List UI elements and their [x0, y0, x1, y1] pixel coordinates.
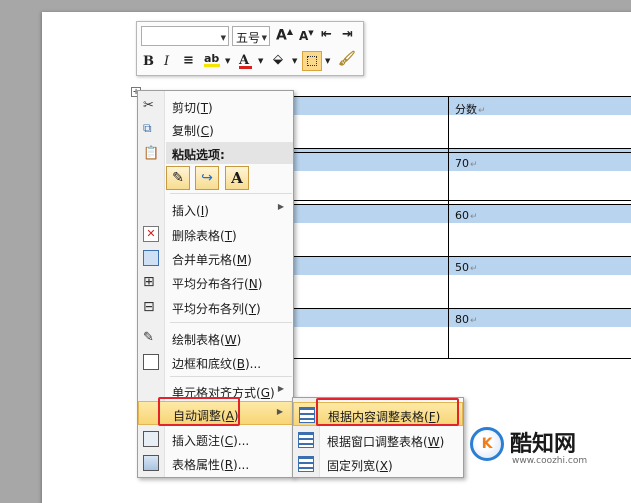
grow-font-button[interactable]: A▲ — [276, 27, 293, 44]
borders-button[interactable] — [302, 51, 322, 71]
decrease-indent-icon[interactable]: ⇤ — [321, 27, 332, 42]
format-painter-icon[interactable]: 🖌 — [338, 51, 356, 67]
chevron-down-icon: ▼ — [261, 34, 267, 42]
insert-caption-icon — [143, 431, 159, 447]
chevron-down-icon: ▼ — [220, 34, 226, 42]
shading-icon[interactable]: ⬙ — [273, 52, 283, 67]
table-row: 分数↵ — [293, 97, 631, 149]
paste-text-icon: A — [231, 169, 243, 187]
autofit-window-icon — [298, 432, 314, 448]
table-cell[interactable]: 分数↵ — [455, 101, 486, 117]
submenu-item-fixed-width[interactable]: 固定列宽(X) — [293, 452, 463, 475]
italic-button[interactable]: I — [164, 54, 169, 69]
clipboard-icon: 📋 — [143, 146, 160, 161]
menu-item-distribute-rows[interactable]: ⊞ 平均分布各行(N) — [138, 270, 293, 293]
table-row: 50↵ — [293, 257, 631, 309]
paste-options-header: 粘贴选项: — [166, 142, 293, 164]
document-table-body: 70↵ 60↵ 50↵ 80↵ — [293, 152, 631, 359]
table-row: 60↵ — [293, 205, 631, 257]
menu-item-insert-caption[interactable]: 插入题注(C)... — [138, 427, 293, 450]
submenu-item-fit-window[interactable]: 根据窗口调整表格(W) — [293, 428, 463, 451]
scissors-icon: ✂ — [143, 98, 154, 113]
chevron-down-icon[interactable]: ▼ — [225, 57, 230, 65]
menu-item-delete-table[interactable]: ✕ 删除表格(T) — [138, 222, 293, 245]
bold-button[interactable]: B — [143, 54, 154, 69]
align-center-icon[interactable]: ≡ — [183, 53, 194, 68]
borders-shading-icon — [143, 354, 159, 370]
menu-item-distribute-columns[interactable]: ⊟ 平均分布各列(Y) — [138, 295, 293, 318]
font-size-box[interactable]: 五号 ▼ — [232, 26, 270, 46]
watermark-name: 酷知网 — [510, 432, 577, 457]
table-properties-icon — [143, 455, 159, 471]
shrink-font-button[interactable]: A▼ — [299, 29, 314, 43]
table-cell[interactable]: 60↵ — [455, 209, 478, 222]
chevron-down-icon[interactable]: ▼ — [258, 57, 263, 65]
menu-item-copy[interactable]: ⧉ 复制(C) — [138, 117, 293, 140]
fixed-column-width-icon — [298, 456, 314, 472]
delete-table-icon: ✕ — [143, 226, 159, 242]
watermark-url: www.coozhi.com — [512, 456, 588, 466]
callout-autofit — [158, 397, 240, 426]
paste-keep-format-icon: ✎ — [172, 170, 184, 186]
autofit-contents-icon — [299, 407, 315, 423]
chevron-right-icon: ▶ — [276, 407, 283, 416]
paste-merge-format-button[interactable]: ↪ — [195, 166, 219, 190]
chevron-down-icon[interactable]: ▼ — [292, 57, 297, 65]
coozhi-logo-icon: K — [470, 427, 504, 461]
menu-item-borders-shading[interactable]: 边框和底纹(B)... — [138, 350, 293, 373]
distribute-rows-icon: ⊞ — [143, 274, 155, 290]
callout-fit-contents — [316, 398, 459, 426]
menu-item-insert[interactable]: 插入(I) ▶ — [138, 197, 293, 220]
table-cell[interactable]: 50↵ — [455, 261, 478, 274]
highlight-icon[interactable]: ab — [204, 52, 220, 67]
border-grid-icon — [307, 56, 317, 66]
menu-item-table-properties[interactable]: 表格属性(R)... — [138, 451, 293, 474]
distribute-columns-icon: ⊟ — [143, 299, 155, 315]
table-cell[interactable]: 70↵ — [455, 157, 478, 170]
draw-table-icon: ✎ — [143, 330, 154, 345]
mini-toolbar: ▼ 五号 ▼ A▲ A▼ ⇤ ⇥ B I ≡ ab ▼ A ▼ ⬙ ▼ ▼ 🖌 — [136, 21, 364, 76]
chevron-down-icon[interactable]: ▼ — [325, 57, 330, 65]
copy-icon: ⧉ — [143, 121, 152, 135]
chevron-right-icon: ▶ — [277, 384, 284, 393]
paste-keep-source-format-button[interactable]: ✎ — [166, 166, 190, 190]
table-cell[interactable]: 80↵ — [455, 313, 478, 326]
table-row: 70↵ — [293, 153, 631, 205]
menu-item-cut[interactable]: ✂ 剪切(T) — [138, 94, 293, 117]
table-row: 80↵ — [293, 309, 631, 359]
watermark: K 酷知网 www.coozhi.com — [470, 423, 600, 471]
paste-text-only-button[interactable]: A — [225, 166, 249, 190]
paste-merge-icon: ↪ — [201, 170, 213, 186]
font-color-button[interactable]: A — [239, 53, 252, 69]
increase-indent-icon[interactable]: ⇥ — [342, 27, 353, 42]
merge-cells-icon — [143, 250, 159, 266]
chevron-right-icon: ▶ — [277, 202, 284, 211]
menu-item-merge-cells[interactable]: 合并单元格(M) — [138, 246, 293, 269]
font-name-box[interactable]: ▼ — [141, 26, 229, 46]
menu-item-draw-table[interactable]: ✎ 绘制表格(W) — [138, 326, 293, 349]
